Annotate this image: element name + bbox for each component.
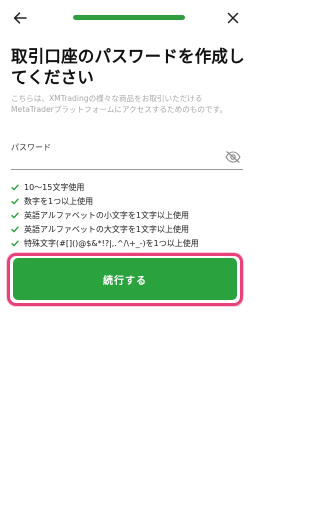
check-icon [11, 198, 21, 205]
requirement-item: 数字を1つ以上使用 [11, 194, 247, 208]
top-bar [0, 0, 250, 36]
requirement-text: 特殊文字(#[]()@$&*!?|,.^/\+_-)を1つ以上使用 [24, 238, 199, 248]
requirement-item: 10〜15文字使用 [11, 180, 247, 194]
requirement-text: 数字を1つ以上使用 [24, 196, 94, 206]
requirement-text: 英語アルファベットの小文字を1文字以上使用 [24, 210, 190, 220]
progress-bar-fill [73, 15, 185, 20]
close-icon [227, 12, 239, 24]
arrow-left-icon [13, 12, 27, 24]
description-text: こちらは、XMTradingの様々な商品をお取引いただけるMetaTraderプ… [11, 94, 228, 114]
password-input-underline [11, 169, 243, 170]
check-icon [11, 212, 21, 219]
page-title: 取引口座のパスワードを作成してください [11, 47, 245, 87]
check-icon [11, 184, 21, 191]
password-input[interactable] [11, 152, 211, 166]
requirement-text: 10〜15文字使用 [24, 182, 85, 192]
password-requirements-list: 10〜15文字使用 数字を1つ以上使用 英語アルファベットの小文字を1文字以上使… [11, 180, 247, 250]
check-icon [11, 240, 21, 247]
requirement-item: 英語アルファベットの小文字を1文字以上使用 [11, 208, 247, 222]
requirement-item: 英語アルファベットの大文字を1文字以上使用 [11, 222, 247, 236]
close-button[interactable] [222, 7, 244, 29]
page: 取引口座のパスワードを作成してください こちらは、XMTradingの様々な商品… [0, 0, 250, 529]
requirement-text: 英語アルファベットの大文字を1文字以上使用 [24, 224, 190, 234]
requirement-item: 特殊文字(#[]()@$&*!?|,.^/\+_-)を1つ以上使用 [11, 236, 247, 250]
progress-bar [73, 15, 185, 20]
continue-button[interactable]: 続行する [13, 258, 237, 300]
password-visibility-toggle[interactable] [223, 149, 243, 165]
check-icon [11, 226, 21, 233]
back-button[interactable] [9, 7, 31, 29]
eye-off-icon [225, 151, 241, 163]
